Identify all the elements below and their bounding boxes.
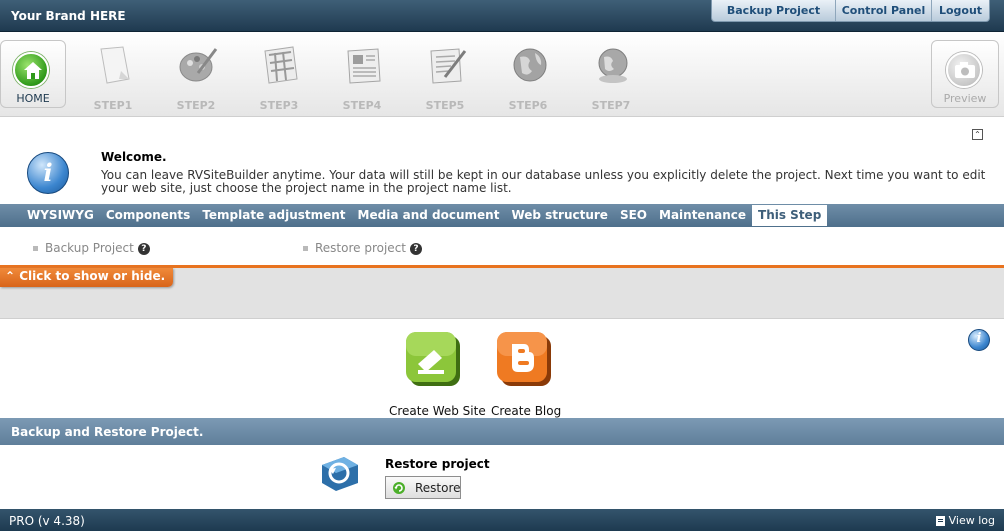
create-web-site-icon (406, 332, 460, 386)
newspaper-icon (347, 48, 381, 84)
restore-button-label: Restore (415, 481, 461, 495)
collapse-icon[interactable]: ⌃ (972, 129, 983, 140)
step-3[interactable]: STEP3 (249, 39, 309, 113)
bullet-icon (33, 246, 38, 251)
help-icon[interactable]: ? (137, 242, 150, 255)
welcome-title: Welcome. (101, 150, 167, 164)
welcome-panel: i ⌃ Welcome. You can leave RVSiteBuilder… (0, 118, 1004, 204)
menu-this-step[interactable]: This Step (752, 205, 828, 226)
create-blog-label: Create Blog (491, 404, 562, 418)
step-5-label: STEP5 (425, 99, 465, 112)
menu-web-structure[interactable]: Web structure (505, 205, 614, 226)
step-4-label: STEP4 (342, 99, 382, 112)
globe-icon (513, 48, 547, 82)
help-icon[interactable]: ? (410, 242, 422, 255)
sub-options: Backup Project? Restore project? (0, 227, 1004, 265)
action-area: Create Web Site Create Blog i (0, 320, 1004, 418)
step-4[interactable]: STEP4 (332, 39, 392, 113)
home-icon (13, 52, 49, 88)
top-links: Backup Project Control Panel Logout (711, 0, 990, 22)
steps-bar: HOME STEP1 STEP2 STEP3 STEP4 STEP5 STEP6… (0, 33, 1004, 117)
step-7[interactable]: STEP7 (581, 39, 641, 113)
double-chevron-up-icon: ⌃ (5, 269, 16, 283)
home-label: HOME (16, 92, 50, 105)
step-1-label: STEP1 (93, 99, 133, 112)
restore-project-option-label: Restore project (315, 241, 406, 255)
menu-wysiwyg[interactable]: WYSIWYG (21, 205, 100, 226)
create-web-site-label: Create Web Site (389, 404, 486, 418)
control-panel-link[interactable]: Control Panel (836, 0, 932, 21)
globe-publish-icon (598, 48, 628, 83)
backup-project-option-label: Backup Project (45, 241, 134, 255)
status-bar: PRO (v 4.38) View log (0, 509, 1004, 531)
section-body: Restore project Restore (0, 445, 1004, 509)
document-icon (935, 516, 945, 526)
step-6[interactable]: STEP6 (498, 39, 558, 113)
toggle-label: Click to show or hide. (19, 269, 166, 283)
restore-button[interactable]: Restore (385, 476, 461, 499)
preview-button[interactable]: Preview (931, 40, 999, 108)
menu-media-and-document[interactable]: Media and document (352, 205, 506, 226)
create-blog-icon (497, 332, 551, 386)
step-7-label: STEP7 (591, 99, 631, 112)
step-1[interactable]: STEP1 (83, 39, 143, 113)
menu-seo[interactable]: SEO (614, 205, 653, 226)
backup-project-link[interactable]: Backup Project (712, 0, 836, 21)
edit-page-icon (430, 48, 467, 84)
camera-icon (946, 52, 982, 88)
menu-maintenance[interactable]: Maintenance (653, 205, 752, 226)
restore-project-option[interactable]: Restore project? (303, 241, 422, 255)
show-hide-toggle[interactable]: ⌃ Click to show or hide. (0, 268, 174, 287)
logout-link[interactable]: Logout (932, 0, 989, 21)
restore-title: Restore project (385, 457, 490, 471)
backup-project-option[interactable]: Backup Project? (33, 241, 150, 255)
refresh-icon (393, 482, 405, 494)
step-2[interactable]: STEP2 (166, 39, 226, 113)
view-log-link[interactable]: View log (935, 514, 995, 527)
step-6-label: STEP6 (508, 99, 548, 112)
view-log-label: View log (948, 514, 995, 527)
preview-label: Preview (943, 92, 987, 105)
restore-icon (322, 457, 358, 491)
menu-bar: WYSIWYG Components Template adjustment M… (0, 204, 1004, 227)
blank-page-icon (100, 46, 130, 84)
step-5[interactable]: STEP5 (415, 39, 475, 113)
home-button[interactable]: HOME (0, 40, 66, 108)
section-header: Backup and Restore Project. (0, 418, 1004, 445)
version-label: PRO (v 4.38) (9, 514, 85, 528)
brand-title: Your Brand HERE (11, 9, 126, 23)
bullet-icon (303, 246, 308, 251)
layout-grid-icon (264, 46, 298, 84)
menu-components[interactable]: Components (100, 205, 197, 226)
info-icon[interactable]: i (968, 329, 990, 351)
step-3-label: STEP3 (259, 99, 299, 112)
top-header: Your Brand HERE Backup Project Control P… (0, 0, 1004, 32)
palette-icon (179, 48, 218, 82)
step-2-label: STEP2 (176, 99, 216, 112)
info-icon: i (27, 152, 69, 194)
welcome-text: You can leave RVSiteBuilder anytime. You… (101, 168, 986, 195)
menu-template-adjustment[interactable]: Template adjustment (196, 205, 351, 226)
